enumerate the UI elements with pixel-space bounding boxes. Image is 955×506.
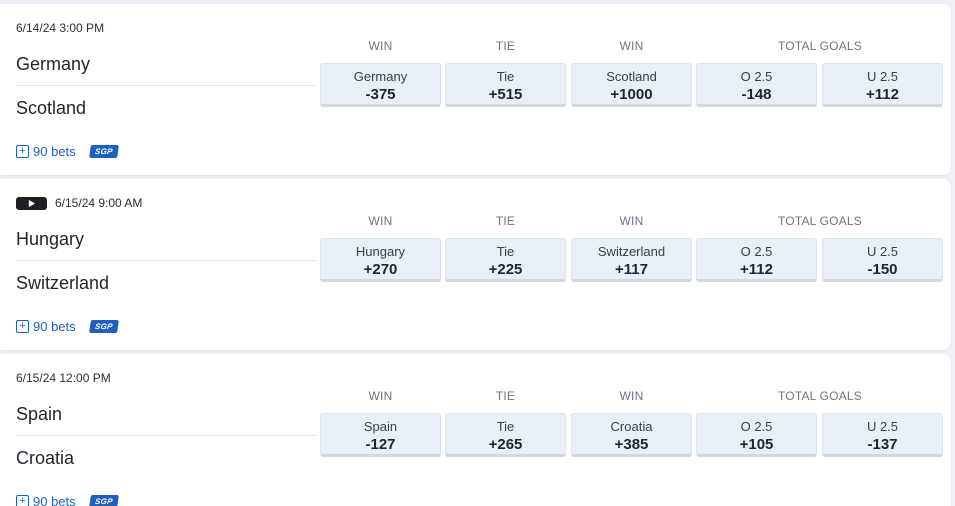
game-card-hungary-switzerland: 6/15/24 9:00 AM Hungary Switzerland WIN … — [0, 179, 951, 350]
team-divider — [16, 435, 316, 436]
odds-button-away-win[interactable]: Croatia +385 — [571, 413, 692, 457]
odds-button-over[interactable]: O 2.5 -148 — [696, 63, 817, 107]
sgp-badge: SGP — [88, 145, 119, 158]
plus-square-icon: + — [16, 145, 29, 158]
more-bets-link[interactable]: + 90 bets SGP — [16, 319, 119, 334]
more-bets-link[interactable]: + 90 bets SGP — [16, 144, 119, 159]
header-win-away: WIN — [619, 39, 644, 53]
odds-button-away-win[interactable]: Switzerland +117 — [571, 238, 692, 282]
bets-count: 90 bets — [33, 494, 76, 506]
odds-button-over[interactable]: O 2.5 +112 — [696, 238, 817, 282]
header-win-home: WIN — [368, 389, 393, 403]
header-total-goals: TOTAL GOALS — [777, 39, 862, 53]
odds-button-tie[interactable]: Tie +515 — [445, 63, 566, 107]
team-home[interactable]: Germany — [16, 54, 90, 75]
plus-square-icon: + — [16, 495, 29, 506]
header-tie: TIE — [495, 389, 516, 403]
header-win-away: WIN — [619, 214, 644, 228]
plus-square-icon: + — [16, 320, 29, 333]
header-win-away: WIN — [619, 389, 644, 403]
game-card-spain-croatia: 6/15/24 12:00 PM Spain Croatia WIN TIE W… — [0, 354, 951, 506]
bets-count: 90 bets — [33, 319, 76, 334]
team-away[interactable]: Croatia — [16, 448, 74, 469]
sgp-badge: SGP — [88, 320, 119, 333]
odds-button-home-win[interactable]: Spain -127 — [320, 413, 441, 457]
team-away[interactable]: Switzerland — [16, 273, 109, 294]
game-datetime: 6/15/24 9:00 AM — [16, 196, 142, 210]
odds-button-away-win[interactable]: Scotland +1000 — [571, 63, 692, 107]
odds-button-under[interactable]: U 2.5 -150 — [822, 238, 943, 282]
more-bets-link[interactable]: + 90 bets SGP — [16, 494, 119, 506]
team-home[interactable]: Hungary — [16, 229, 84, 250]
team-divider — [16, 85, 316, 86]
odds-button-over[interactable]: O 2.5 +105 — [696, 413, 817, 457]
header-win-home: WIN — [368, 214, 393, 228]
game-card-germany-scotland: 6/14/24 3:00 PM Germany Scotland WIN TIE… — [0, 4, 951, 175]
game-datetime: 6/14/24 3:00 PM — [16, 21, 105, 35]
header-total-goals: TOTAL GOALS — [777, 389, 862, 403]
odds-button-home-win[interactable]: Germany -375 — [320, 63, 441, 107]
odds-button-tie[interactable]: Tie +225 — [445, 238, 566, 282]
odds-button-tie[interactable]: Tie +265 — [445, 413, 566, 457]
game-datetime: 6/15/24 12:00 PM — [16, 371, 111, 385]
header-tie: TIE — [495, 214, 516, 228]
video-play-icon[interactable] — [16, 196, 47, 210]
team-divider — [16, 260, 316, 261]
bets-count: 90 bets — [33, 144, 76, 159]
header-tie: TIE — [495, 39, 516, 53]
team-home[interactable]: Spain — [16, 404, 62, 425]
header-win-home: WIN — [368, 39, 393, 53]
odds-button-home-win[interactable]: Hungary +270 — [320, 238, 441, 282]
odds-button-under[interactable]: U 2.5 -137 — [822, 413, 943, 457]
header-total-goals: TOTAL GOALS — [777, 214, 862, 228]
team-away[interactable]: Scotland — [16, 98, 86, 119]
odds-button-under[interactable]: U 2.5 +112 — [822, 63, 943, 107]
sgp-badge: SGP — [88, 495, 119, 506]
